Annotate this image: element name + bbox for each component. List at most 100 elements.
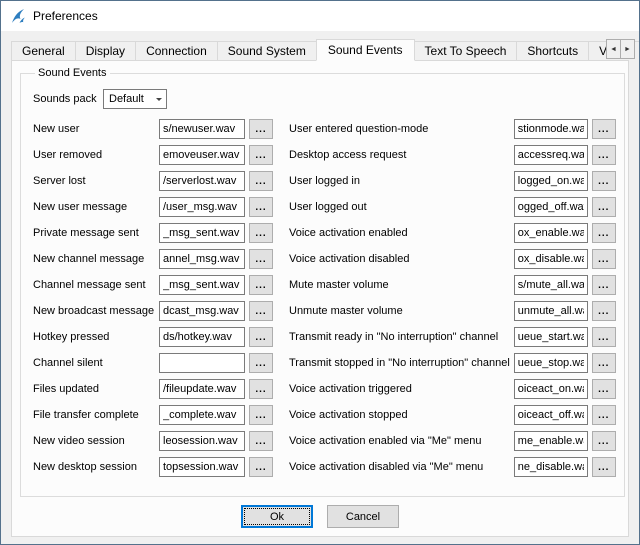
tab-general[interactable]: General — [11, 41, 76, 60]
sound-event-label: Hotkey pressed — [33, 331, 159, 343]
browse-button[interactable]: ... — [592, 379, 616, 399]
sound-file-input[interactable] — [514, 405, 588, 425]
browse-button[interactable]: ... — [592, 171, 616, 191]
browse-button[interactable]: ... — [249, 353, 273, 373]
tab-connection[interactable]: Connection — [135, 41, 218, 60]
sound-file-input[interactable] — [159, 379, 245, 399]
sound-file-input[interactable] — [514, 353, 588, 373]
sound-file-input[interactable] — [514, 171, 588, 191]
sound-event-label: User logged out — [289, 201, 514, 213]
tab-sound-system[interactable]: Sound System — [217, 41, 317, 60]
browse-button[interactable]: ... — [592, 275, 616, 295]
browse-button[interactable]: ... — [249, 327, 273, 347]
sound-event-label: Voice activation disabled via "Me" menu — [289, 461, 514, 473]
browse-button[interactable]: ... — [592, 327, 616, 347]
ok-button[interactable]: Ok — [241, 505, 313, 528]
browse-button[interactable]: ... — [592, 457, 616, 477]
sound-file-input[interactable] — [159, 197, 245, 217]
tab-display[interactable]: Display — [75, 41, 136, 60]
sounds-pack-select[interactable]: Default — [103, 89, 167, 109]
browse-button[interactable]: ... — [592, 353, 616, 373]
sound-event-label: Voice activation enabled via "Me" menu — [289, 435, 514, 447]
browse-button[interactable]: ... — [592, 249, 616, 269]
sound-file-input[interactable] — [159, 223, 245, 243]
sound-file-input[interactable] — [159, 327, 245, 347]
sound-file-input[interactable] — [514, 249, 588, 269]
tab-shortcuts[interactable]: Shortcuts — [516, 41, 589, 60]
dialog-footer: Ok Cancel — [20, 497, 620, 534]
browse-button[interactable]: ... — [249, 457, 273, 477]
sound-event-row: New broadcast message... — [33, 301, 273, 321]
sound-event-row: Files updated... — [33, 379, 273, 399]
sound-event-label: User entered question-mode — [289, 123, 514, 135]
browse-button[interactable]: ... — [592, 223, 616, 243]
sound-event-label: Mute master volume — [289, 279, 514, 291]
browse-button[interactable]: ... — [249, 431, 273, 451]
sound-event-label: New broadcast message — [33, 305, 159, 317]
browse-button[interactable]: ... — [592, 301, 616, 321]
tab-text-to-speech[interactable]: Text To Speech — [414, 41, 518, 60]
sound-event-row: Voice activation disabled via "Me" menu.… — [289, 457, 616, 477]
sound-file-input[interactable] — [514, 301, 588, 321]
sound-event-label: Voice activation triggered — [289, 383, 514, 395]
sound-file-input[interactable] — [159, 457, 245, 477]
browse-button[interactable]: ... — [249, 145, 273, 165]
sound-file-input[interactable] — [514, 327, 588, 347]
browse-button[interactable]: ... — [592, 197, 616, 217]
sound-event-label: Voice activation stopped — [289, 409, 514, 421]
browse-button[interactable]: ... — [249, 301, 273, 321]
cancel-button[interactable]: Cancel — [327, 505, 399, 528]
sound-file-input[interactable] — [514, 223, 588, 243]
sound-file-input[interactable] — [159, 119, 245, 139]
sound-file-input[interactable] — [159, 171, 245, 191]
browse-button[interactable]: ... — [592, 119, 616, 139]
sound-events-columns: New user...User removed...Server lost...… — [29, 119, 616, 483]
sound-file-input[interactable] — [159, 431, 245, 451]
sound-file-input[interactable] — [159, 301, 245, 321]
tab-scroll-left-button[interactable]: ◄ — [606, 39, 621, 59]
sound-file-input[interactable] — [514, 457, 588, 477]
sound-event-row: Server lost... — [33, 171, 273, 191]
sound-file-input[interactable] — [514, 119, 588, 139]
browse-button[interactable]: ... — [249, 223, 273, 243]
sound-event-label: Transmit stopped in "No interruption" ch… — [289, 357, 514, 369]
sound-file-input[interactable] — [514, 197, 588, 217]
sound-event-label: File transfer complete — [33, 409, 159, 421]
browse-button[interactable]: ... — [249, 405, 273, 425]
browse-button[interactable]: ... — [592, 145, 616, 165]
titlebar[interactable]: Preferences — [1, 1, 639, 31]
tab-page-sound-events: Sound Events Sounds pack Default New use… — [11, 60, 629, 537]
sound-file-input[interactable] — [159, 405, 245, 425]
browse-button[interactable]: ... — [592, 431, 616, 451]
sound-event-label: Desktop access request — [289, 149, 514, 161]
tab-sound-events[interactable]: Sound Events — [316, 39, 415, 61]
sound-file-input[interactable] — [159, 275, 245, 295]
sound-event-row: New user message... — [33, 197, 273, 217]
browse-button[interactable]: ... — [249, 171, 273, 191]
sound-event-label: Server lost — [33, 175, 159, 187]
sound-event-label: Voice activation disabled — [289, 253, 514, 265]
sound-file-input[interactable] — [159, 145, 245, 165]
sound-event-row: User removed... — [33, 145, 273, 165]
sound-file-input[interactable] — [514, 275, 588, 295]
tab-scroll-right-button[interactable]: ► — [620, 39, 635, 59]
sound-event-row: New video session... — [33, 431, 273, 451]
browse-button[interactable]: ... — [249, 379, 273, 399]
sound-event-row: User entered question-mode... — [289, 119, 616, 139]
sound-file-input[interactable] — [159, 249, 245, 269]
sound-event-row: New desktop session... — [33, 457, 273, 477]
sound-event-label: User removed — [33, 149, 159, 161]
sound-event-label: New channel message — [33, 253, 159, 265]
browse-button[interactable]: ... — [249, 119, 273, 139]
browse-button[interactable]: ... — [249, 275, 273, 295]
sound-file-input[interactable] — [159, 353, 245, 373]
sound-file-input[interactable] — [514, 379, 588, 399]
tab-strip: GeneralDisplayConnectionSound SystemSoun… — [11, 38, 639, 60]
sound-events-column-left: New user...User removed...Server lost...… — [29, 119, 273, 483]
sound-file-input[interactable] — [514, 431, 588, 451]
sound-file-input[interactable] — [514, 145, 588, 165]
browse-button[interactable]: ... — [249, 197, 273, 217]
sound-events-column-right: User entered question-mode... Desktop acc… — [285, 119, 616, 483]
browse-button[interactable]: ... — [249, 249, 273, 269]
browse-button[interactable]: ... — [592, 405, 616, 425]
